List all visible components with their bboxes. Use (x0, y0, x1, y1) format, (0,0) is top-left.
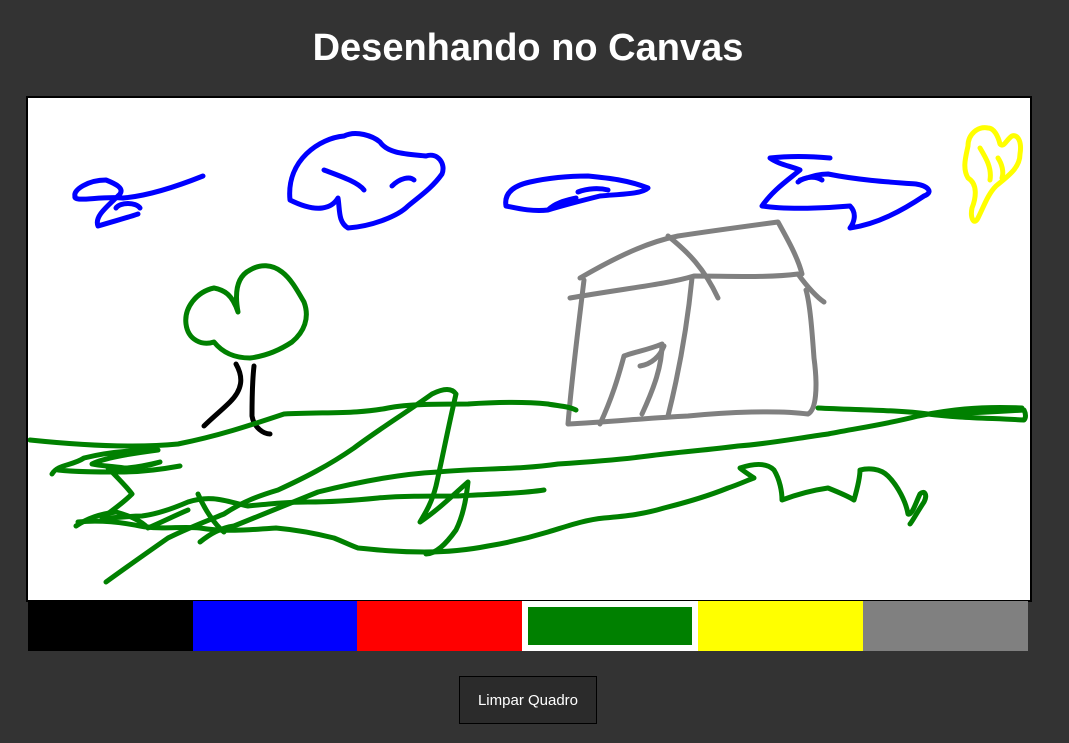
gray-strokes (565, 219, 827, 427)
blue-strokes (72, 131, 932, 231)
color-swatch-green[interactable] (522, 601, 698, 651)
page-title: Desenhando no Canvas (312, 27, 744, 69)
color-swatch-red[interactable] (357, 601, 522, 651)
yellow-strokes (962, 125, 1023, 224)
color-swatch-black[interactable] (28, 601, 193, 651)
color-swatch-yellow[interactable] (698, 601, 863, 651)
canvas-drawing[interactable] (28, 98, 1030, 600)
tree-foliage (183, 263, 309, 361)
clear-canvas-button[interactable]: Limpar Quadro (459, 676, 597, 724)
green-strokes (28, 387, 1028, 585)
color-swatch-blue[interactable] (193, 601, 357, 651)
color-palette (28, 601, 1028, 651)
drawing-canvas[interactable] (26, 96, 1032, 602)
color-swatch-gray[interactable] (863, 601, 1028, 651)
